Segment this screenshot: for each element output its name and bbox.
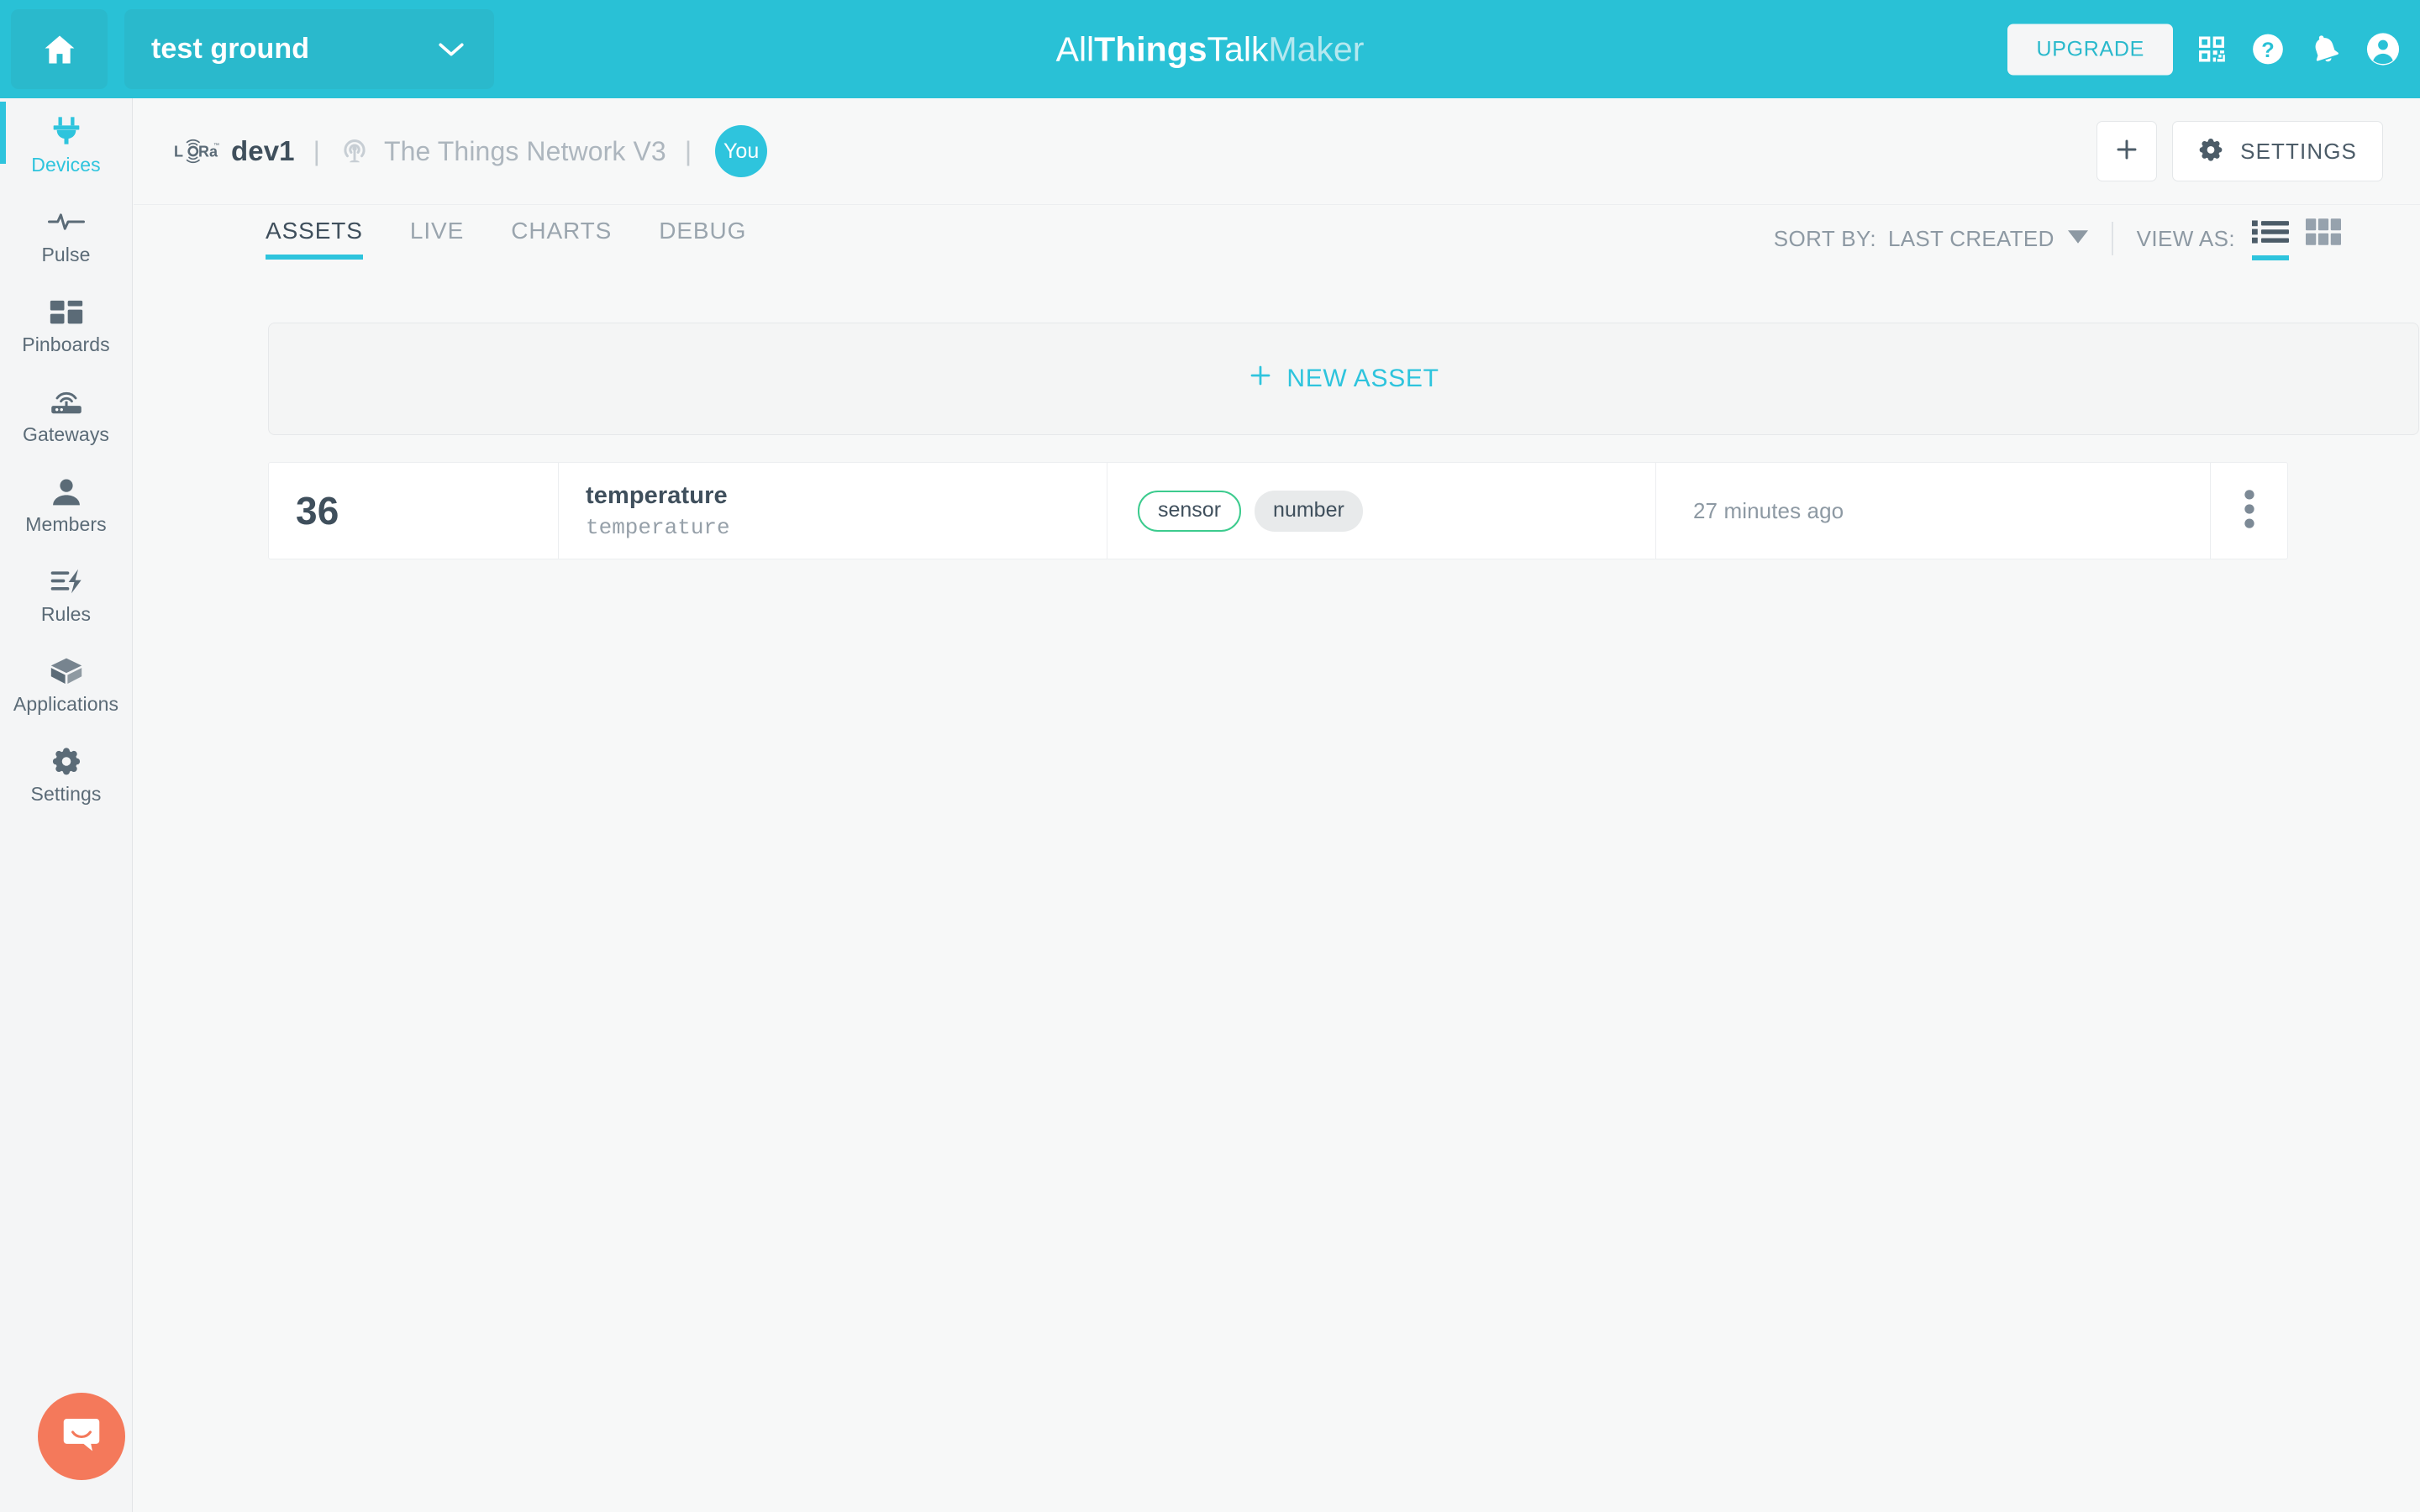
box-icon bbox=[49, 651, 84, 686]
new-asset-label: NEW ASSET bbox=[1286, 365, 1439, 393]
workspace-selector[interactable]: test ground bbox=[124, 9, 494, 89]
intercom-chat-icon bbox=[57, 1410, 106, 1463]
svg-text:™: ™ bbox=[213, 143, 219, 149]
tab-assets[interactable]: ASSETS bbox=[266, 218, 363, 260]
lora-logo-icon: L Ra ™ bbox=[172, 134, 219, 169]
svg-text:?: ? bbox=[2261, 39, 2275, 62]
workspace-name: test ground bbox=[151, 33, 437, 66]
sidebar-label-settings: Settings bbox=[31, 783, 102, 806]
device-settings-button[interactable]: SETTINGS bbox=[2172, 121, 2383, 181]
app-brand-logo: AllThingsTalkMaker bbox=[1056, 29, 1365, 69]
asset-subtitle: temperature bbox=[586, 515, 730, 540]
breadcrumb: L Ra ™ dev1 | The Things Network V3 | Yo… bbox=[172, 125, 767, 177]
plus-icon bbox=[1248, 363, 1273, 395]
device-header-bar: L Ra ™ dev1 | The Things Network V3 | Yo… bbox=[134, 98, 2420, 205]
asset-row-menu-button[interactable] bbox=[2211, 463, 2287, 559]
sidebar-item-pinboards[interactable]: Pinboards bbox=[0, 278, 132, 368]
sidebar-item-devices[interactable]: Devices bbox=[0, 98, 132, 188]
user-avatar-icon[interactable] bbox=[2365, 31, 2402, 68]
add-asset-button[interactable] bbox=[2096, 121, 2157, 181]
asset-tags-cell: sensor number bbox=[1107, 463, 1656, 559]
sidebar-label-pulse: Pulse bbox=[41, 244, 90, 266]
tab-live[interactable]: LIVE bbox=[410, 218, 464, 260]
table-row[interactable]: 36 temperature temperature sensor number… bbox=[268, 462, 2288, 559]
sidebar-label-gateways: Gateways bbox=[23, 423, 109, 446]
grid-view-icon[interactable] bbox=[2306, 218, 2341, 260]
device-header-actions: SETTINGS bbox=[2096, 121, 2383, 181]
tab-debug[interactable]: DEBUG bbox=[659, 218, 746, 260]
sidebar-item-applications[interactable]: Applications bbox=[0, 638, 132, 727]
sidebar-item-members[interactable]: Members bbox=[0, 458, 132, 548]
brand-part-maker: Maker bbox=[1268, 29, 1364, 68]
asset-title: temperature bbox=[586, 482, 728, 510]
person-icon bbox=[50, 471, 82, 507]
rules-icon bbox=[50, 561, 83, 596]
sidebar-label-members: Members bbox=[25, 513, 107, 536]
sort-by-value: LAST CREATED bbox=[1888, 226, 2054, 252]
sort-by-select[interactable]: LAST CREATED bbox=[1888, 226, 2088, 252]
chevron-down-icon bbox=[2068, 230, 2088, 248]
asset-updated-time: 27 minutes ago bbox=[1693, 498, 1844, 524]
brand-part-all: All bbox=[1056, 29, 1095, 68]
device-name: dev1 bbox=[231, 135, 295, 167]
breadcrumb-separator-1: | bbox=[313, 136, 320, 167]
sidebar-item-rules[interactable]: Rules bbox=[0, 548, 132, 638]
sidebar-label-applications: Applications bbox=[13, 693, 118, 716]
gear-icon bbox=[50, 741, 82, 776]
plus-icon bbox=[2113, 136, 2140, 167]
new-asset-label-group: NEW ASSET bbox=[1248, 363, 1439, 395]
asset-updated-cell: 27 minutes ago bbox=[1656, 463, 2211, 559]
chevron-down-icon bbox=[437, 40, 466, 59]
home-button[interactable] bbox=[11, 9, 108, 89]
sidebar-item-gateways[interactable]: Gateways bbox=[0, 368, 132, 458]
sidebar-item-pulse[interactable]: Pulse bbox=[0, 188, 132, 278]
new-asset-button[interactable]: NEW ASSET bbox=[268, 323, 2419, 435]
help-icon[interactable]: ? bbox=[2250, 32, 2286, 67]
sidebar-item-settings[interactable]: Settings bbox=[0, 727, 132, 817]
sidebar-label-rules: Rules bbox=[41, 603, 91, 626]
pulse-icon bbox=[48, 202, 85, 237]
list-view-icon[interactable] bbox=[2252, 217, 2289, 260]
antenna-icon bbox=[339, 135, 371, 167]
brand-part-talk: Talk bbox=[1207, 29, 1269, 68]
router-icon bbox=[48, 381, 85, 417]
gear-icon bbox=[2198, 137, 2223, 166]
assets-content-area: NEW ASSET 36 temperature temperature sen… bbox=[134, 272, 2420, 1512]
status-badge-number: number bbox=[1255, 491, 1363, 532]
asset-value-cell: 36 bbox=[269, 463, 559, 559]
header-actions: UPGRADE ? bbox=[2007, 24, 2402, 75]
sidebar-label-devices: Devices bbox=[31, 154, 101, 176]
brand-part-things: Things bbox=[1094, 29, 1207, 68]
owner-badge[interactable]: You bbox=[715, 125, 767, 177]
notifications-bell-icon[interactable] bbox=[2307, 32, 2343, 67]
top-header-bar: test ground AllThingsTalkMaker UPGRADE bbox=[0, 0, 2420, 98]
main-sidebar: Devices Pulse Pinboards bbox=[0, 98, 133, 1512]
breadcrumb-separator-2: | bbox=[685, 136, 692, 167]
home-icon bbox=[41, 31, 78, 68]
upgrade-button[interactable]: UPGRADE bbox=[2007, 24, 2173, 75]
settings-button-label: SETTINGS bbox=[2240, 139, 2357, 165]
sort-by-label: SORT BY: bbox=[1774, 226, 1876, 252]
qr-code-icon[interactable] bbox=[2195, 33, 2228, 66]
status-badge-sensor: sensor bbox=[1138, 491, 1241, 532]
support-chat-launcher[interactable] bbox=[38, 1393, 125, 1480]
pinboards-icon bbox=[50, 291, 83, 327]
kebab-menu-icon bbox=[2244, 489, 2255, 533]
sidebar-label-pinboards: Pinboards bbox=[22, 333, 109, 356]
asset-name-cell: temperature temperature bbox=[559, 463, 1107, 559]
tabs-toolbar-row: ASSETS LIVE CHARTS DEBUG SORT BY: LAST C… bbox=[134, 205, 2420, 272]
toolbar-divider bbox=[2112, 222, 2113, 255]
asset-value: 36 bbox=[296, 488, 339, 533]
network-name: The Things Network V3 bbox=[384, 136, 666, 167]
tab-charts[interactable]: CHARTS bbox=[511, 218, 612, 260]
svg-text:L: L bbox=[174, 144, 183, 160]
device-tabs: ASSETS LIVE CHARTS DEBUG bbox=[266, 218, 793, 260]
list-toolbar: SORT BY: LAST CREATED VIEW AS: bbox=[1774, 217, 2358, 260]
view-as-label: VIEW AS: bbox=[2137, 226, 2235, 252]
plug-icon bbox=[49, 112, 84, 147]
